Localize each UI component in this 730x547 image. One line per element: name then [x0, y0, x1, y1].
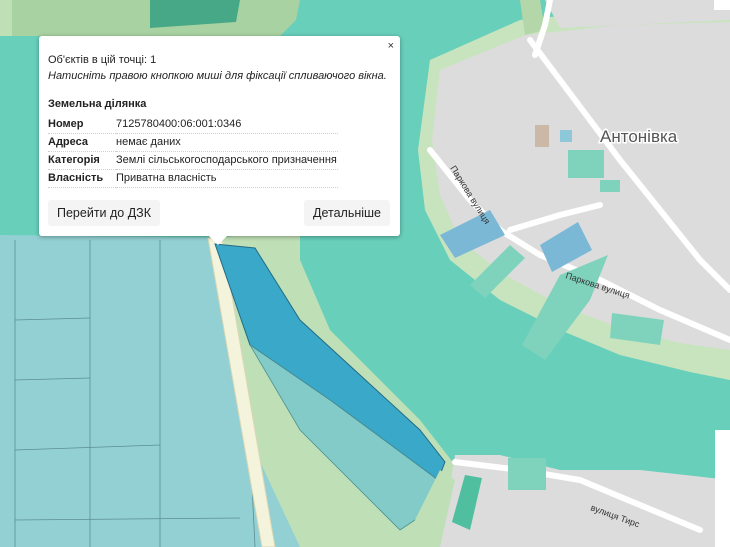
feature-popup: × Об'єктів в цій точці: 1 Натисніть прав…: [39, 36, 400, 245]
attr-key: Власність: [48, 169, 116, 188]
attr-key: Номер: [48, 116, 116, 134]
goto-dzk-button[interactable]: Перейти до ДЗК: [48, 200, 161, 226]
table-row: Номер 7125780400:06:001:0346: [48, 116, 338, 134]
meadow-area: [0, 0, 12, 36]
attr-value: Землі сільськогосподарського призначення: [116, 151, 338, 170]
place-label: Антонівка: [600, 127, 678, 146]
attr-value: 7125780400:06:001:0346: [116, 116, 338, 134]
attr-key: Категорія: [48, 151, 116, 170]
objects-count: Об'єктів в цій точці: 1: [48, 54, 157, 66]
attributes-table: Номер 7125780400:06:001:0346 Адреса нема…: [48, 116, 338, 188]
popup-title: Земельна ділянка: [48, 98, 147, 110]
attr-key: Адреса: [48, 133, 116, 152]
attr-value: немає даних: [116, 133, 338, 152]
table-row: Адреса немає даних: [48, 133, 338, 152]
attr-value: Приватна власність: [116, 169, 338, 188]
table-row: Категорія Землі сільськогосподарського п…: [48, 151, 338, 170]
popup-hint: Натисніть правою кнопкою миші для фіксац…: [48, 70, 387, 82]
details-button[interactable]: Детальніше: [303, 200, 390, 226]
table-row: Власність Приватна власність: [48, 169, 338, 188]
map-edge: [715, 430, 730, 547]
close-icon[interactable]: ×: [388, 40, 394, 52]
